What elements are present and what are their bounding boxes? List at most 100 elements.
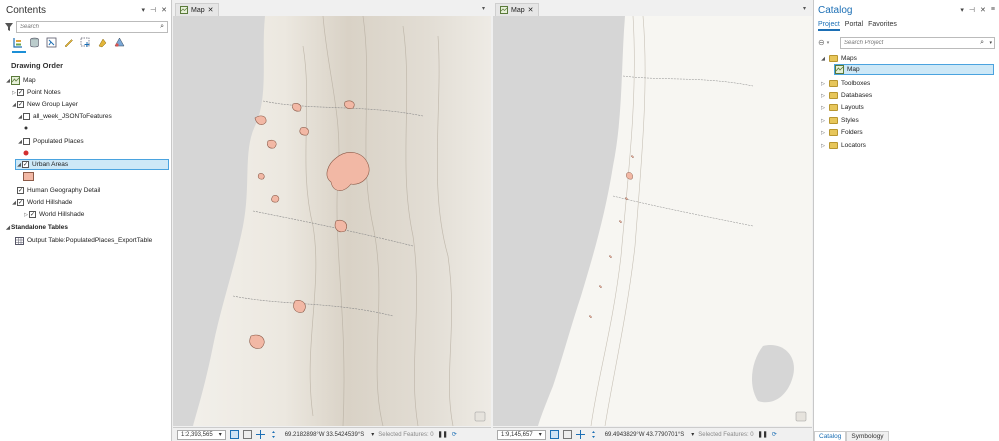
toc-item-urban-areas[interactable]: ◢ ✓ Urban Areas: [15, 159, 169, 170]
fixed-zoom-icon[interactable]: [549, 430, 559, 439]
layer-visibility-checkbox[interactable]: ✓: [29, 211, 36, 218]
close-icon[interactable]: ✕: [161, 6, 167, 14]
expand-triangle-icon[interactable]: ▷: [820, 93, 826, 99]
full-extent-icon[interactable]: [562, 430, 572, 439]
scale-value: 1:2,393,565: [181, 431, 213, 438]
map-view-1-tab[interactable]: Map ✕: [175, 3, 219, 16]
toc-item-human-geography-detail[interactable]: ✓ Human Geography Detail: [11, 185, 100, 196]
catalog-search[interactable]: ⌕ ▾: [840, 37, 995, 49]
layer-visibility-checkbox[interactable]: ✓: [22, 161, 29, 168]
full-extent-icon[interactable]: [242, 430, 252, 439]
chevron-down-icon[interactable]: ▾: [691, 431, 694, 438]
catalog-item-styles[interactable]: ▷ Styles: [820, 115, 859, 126]
filter-icon[interactable]: [5, 23, 13, 31]
toc-item-standalone-tables[interactable]: ◢ Standalone Tables: [5, 222, 68, 233]
layer-visibility-checkbox[interactable]: [23, 138, 30, 145]
chevron-down-icon[interactable]: ▾: [371, 431, 374, 438]
expand-triangle-icon[interactable]: ▷: [820, 143, 826, 149]
coordinate-readout: 69.2182898°W 33.5424539°S: [284, 431, 365, 438]
toc-item-all-week-json[interactable]: ◢ all_week_JSONToFeatures: [17, 111, 112, 122]
editing-icon[interactable]: [63, 37, 74, 48]
fixed-zoom-icon[interactable]: [229, 430, 239, 439]
menu-icon[interactable]: ▾: [142, 6, 146, 14]
catalog-item-layouts[interactable]: ▷ Layouts: [820, 102, 864, 113]
layer-visibility-checkbox[interactable]: ✓: [17, 187, 24, 194]
pan-icon[interactable]: [589, 430, 598, 439]
toc-item-world-hillshade[interactable]: ◢ ✓ World Hillshade: [11, 197, 72, 208]
layer-visibility-checkbox[interactable]: ✓: [17, 89, 24, 96]
labeling-icon[interactable]: [97, 37, 108, 48]
tab-catalog[interactable]: Catalog: [814, 431, 847, 441]
catalog-pane-controls: ▾ ⊣ ✕ ≡: [960, 6, 995, 14]
tab-portal[interactable]: Portal: [845, 21, 863, 31]
search-icon[interactable]: ⌕: [980, 39, 984, 47]
catalog-item-locators[interactable]: ▷ Locators: [820, 140, 866, 151]
toc-item-world-hillshade-sublayer[interactable]: ▷ ✓ World Hillshade: [23, 209, 84, 220]
coordinate-readout: 69.4943829°W 43.7790701°S: [604, 431, 685, 438]
chevron-down-icon[interactable]: ▾: [827, 40, 830, 46]
map-view-1-canvas[interactable]: [173, 16, 491, 426]
options-icon[interactable]: ≡: [991, 6, 995, 14]
collapse-triangle-icon[interactable]: ◢: [820, 56, 826, 62]
chevron-down-icon[interactable]: ▾: [219, 431, 222, 438]
toc-item-map[interactable]: ◢ Map: [5, 75, 36, 86]
toc-item-point-notes[interactable]: ▷ ✓ Point Notes: [11, 87, 61, 98]
chevron-down-icon[interactable]: ▾: [989, 40, 992, 46]
close-icon[interactable]: ✕: [208, 6, 214, 14]
toc-item-populated-places[interactable]: ◢ Populated Places: [17, 136, 84, 147]
scale-selector[interactable]: 1:2,393,565 ▾: [177, 429, 226, 440]
chevron-down-icon[interactable]: ▾: [482, 5, 485, 12]
toc-item-label: Populated Places: [33, 138, 84, 145]
pause-icon[interactable]: ❚❚: [758, 431, 768, 438]
navigation-icon[interactable]: [575, 430, 585, 439]
map-icon: [835, 65, 844, 74]
selection-icon[interactable]: [46, 37, 57, 48]
symbology-icon[interactable]: [114, 37, 125, 48]
snapping-icon[interactable]: [80, 37, 91, 48]
catalog-search-input[interactable]: [841, 38, 966, 48]
layer-visibility-checkbox[interactable]: ✓: [17, 199, 24, 206]
tab-symbology[interactable]: Symbology: [846, 431, 889, 441]
chevron-down-icon[interactable]: ▾: [803, 5, 806, 12]
close-icon[interactable]: ✕: [528, 6, 534, 14]
refresh-icon[interactable]: ⟳: [452, 431, 457, 438]
catalog-item-toolboxes[interactable]: ▷ Toolboxes: [820, 78, 870, 89]
pause-icon[interactable]: ❚❚: [438, 431, 448, 438]
catalog-item-databases[interactable]: ▷ Databases: [820, 90, 872, 101]
back-icon[interactable]: ⊖: [818, 38, 825, 47]
catalog-item-label: Databases: [841, 92, 873, 99]
toc-item-output-table[interactable]: Output Table:PopulatedPlaces_ExportTable: [15, 235, 152, 246]
catalog-item-map[interactable]: Map: [834, 64, 994, 75]
catalog-item-maps[interactable]: ◢ Maps: [820, 53, 857, 64]
map-view-2-tab[interactable]: Map ✕: [495, 3, 539, 16]
expand-triangle-icon[interactable]: ▷: [820, 118, 826, 124]
expand-triangle-icon[interactable]: ▷: [820, 81, 826, 87]
search-icon[interactable]: ⌕: [160, 23, 164, 31]
scale-selector[interactable]: 1:9,145,657 ▾: [497, 429, 546, 440]
catalog-item-folders[interactable]: ▷ Folders: [820, 127, 863, 138]
toc-item-new-group-layer[interactable]: ◢ ✓ New Group Layer: [11, 99, 78, 110]
folder-icon: [829, 92, 838, 99]
contents-search[interactable]: ⌕: [16, 21, 168, 33]
data-source-icon[interactable]: [29, 37, 40, 48]
navigation-icon[interactable]: [255, 430, 265, 439]
close-icon[interactable]: ✕: [980, 6, 986, 14]
drawing-order-icon[interactable]: [12, 37, 23, 48]
tab-project[interactable]: Project: [818, 21, 840, 31]
pin-icon[interactable]: ⊣: [150, 6, 156, 14]
contents-search-input[interactable]: [17, 22, 147, 32]
expand-triangle-icon[interactable]: ▷: [820, 105, 826, 111]
chevron-down-icon[interactable]: ▾: [539, 431, 542, 438]
map-icon: [180, 6, 188, 14]
toc-item-label: all_week_JSONToFeatures: [33, 113, 112, 120]
layer-visibility-checkbox[interactable]: ✓: [17, 101, 24, 108]
layer-visibility-checkbox[interactable]: [23, 113, 30, 120]
expand-triangle-icon[interactable]: ▷: [820, 130, 826, 136]
map-view-2-canvas[interactable]: [493, 16, 812, 426]
tab-favorites[interactable]: Favorites: [868, 21, 897, 31]
map-view-1-corner-control: [474, 411, 486, 422]
menu-icon[interactable]: ▾: [960, 6, 964, 14]
pan-icon[interactable]: [269, 430, 278, 439]
pin-icon[interactable]: ⊣: [969, 6, 975, 14]
refresh-icon[interactable]: ⟳: [772, 431, 777, 438]
